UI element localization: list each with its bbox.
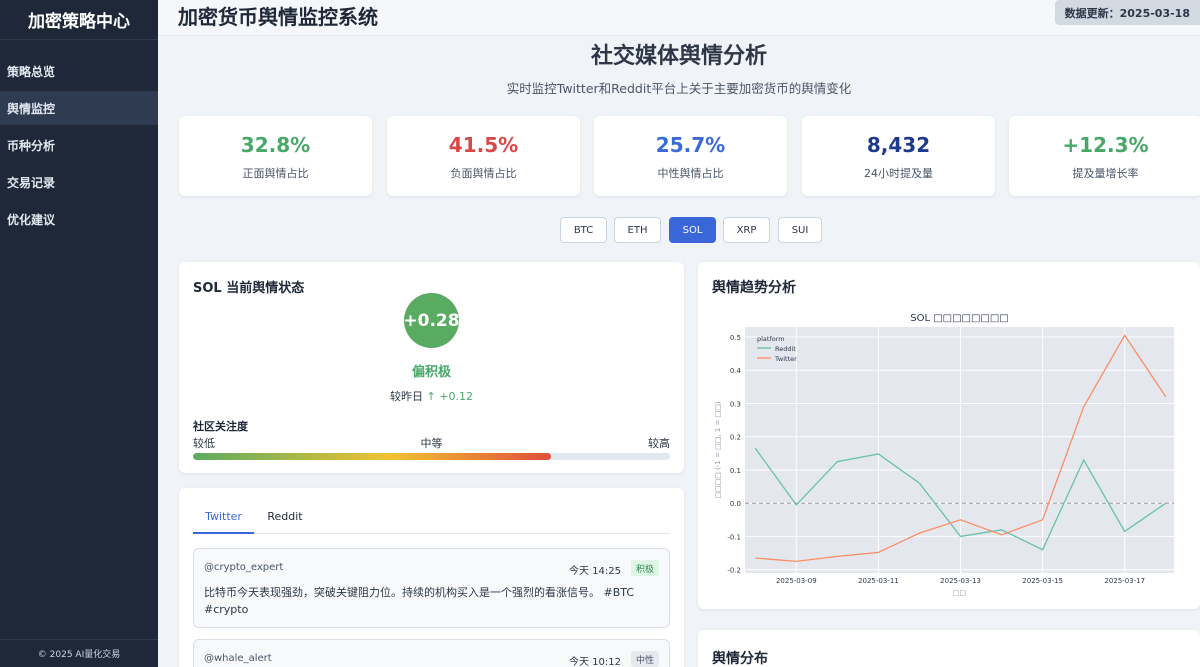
sidebar-footer: © 2025 AI量化交易 [0,639,158,667]
stat-card-growth: +12.3% 提及量增长率 [1009,116,1200,196]
social-feed-panel: Twitter Reddit @crypto_expert 今天 14:25 积… [179,488,684,667]
coin-button-eth[interactable]: ETH [614,217,661,243]
y-axis-label: □□□□ (-1 = □□, 1 = □□) [714,401,722,498]
sentiment-change: 较昨日 ↑ +0.12 [179,388,684,404]
sidebar-item-optimization[interactable]: 优化建议 [0,202,158,236]
sentiment-status-panel: SOL 当前舆情状态 +0.28 偏积极 较昨日 ↑ +0.12 社区关注度 较… [179,262,684,473]
topbar: 加密货币舆情监控系统 数据更新：2025-03-18 [158,0,1200,36]
post-time: 今天 14:25 [569,566,621,577]
x-tick-label: 2025-03-13 [940,577,981,585]
trend-chart: -0.2 -0.1 0.0 0.1 0.2 0.3 0.4 0.5 2025-03-09 2025… [710,309,1188,599]
attention-low-label: 较低 [193,437,215,450]
sentiment-tag: 积极 [630,560,659,576]
sidebar-item-coin-analysis[interactable]: 币种分析 [0,128,158,162]
coin-button-xrp[interactable]: XRP [723,217,770,243]
x-tick-label: 2025-03-11 [858,577,899,585]
stat-label: 提及量增长率 [1072,167,1139,180]
sidebar: 加密策略中心 策略总览 舆情监控 币种分析 交易记录 优化建议 © 2025 A… [0,0,158,667]
stat-value: 41.5% [448,133,519,157]
platform-tabs: Twitter Reddit [193,506,670,534]
coin-button-btc[interactable]: BTC [560,217,607,243]
sidebar-item-trade-records[interactable]: 交易记录 [0,165,158,199]
distribution-panel-title: 舆情分布 [712,651,768,667]
sidebar-item-sentiment[interactable]: 舆情监控 [0,91,158,125]
y-tick-label: 0.2 [730,434,741,442]
stat-card-negative: 41.5% 负面舆情占比 [387,116,580,196]
stat-label: 24小时提及量 [864,167,933,180]
stat-value: 25.7% [655,133,726,157]
trend-panel-title: 舆情趋势分析 [712,280,796,296]
post-item: @crypto_expert 今天 14:25 积极 比特币今天表现强劲，突破关… [193,548,670,628]
y-tick-label: 0.0 [730,500,741,508]
stat-label: 中性舆情占比 [657,167,724,180]
stat-value: +12.3% [1062,133,1149,157]
stat-card-neutral: 25.7% 中性舆情占比 [594,116,787,196]
post-item: @whale_alert 今天 10:12 中性 [193,639,670,667]
sidebar-nav: 策略总览 舆情监控 币种分析 交易记录 优化建议 [0,54,158,236]
tab-twitter[interactable]: Twitter [193,510,254,534]
stat-value: 32.8% [240,133,311,157]
legend-label: Twitter [774,355,797,363]
stat-value: 8,432 [866,133,931,157]
status-panel-title: SOL 当前舆情状态 [193,281,305,296]
x-axis-label: □□ [953,589,966,597]
post-time: 今天 10:12 [569,657,621,667]
attention-scale: 较低 中等 较高 [193,435,670,451]
sentiment-score-circle: +0.28 [403,293,460,348]
coin-button-sui[interactable]: SUI [778,217,822,243]
stat-label: 负面舆情占比 [450,167,517,180]
arrow-up-icon: ↑ [426,390,436,403]
sentiment-tag: 中性 [630,651,659,667]
y-tick-label: 0.1 [730,467,741,475]
attention-title: 社区关注度 [193,420,248,433]
y-tick-label: 0.3 [730,400,741,408]
app-title: 加密货币舆情监控系统 [178,5,378,29]
brand-title: 加密策略中心 [0,0,158,40]
attention-mid-label: 中等 [420,437,443,450]
stat-card-mentions: 8,432 24小时提及量 [802,116,995,196]
page-title: 社交媒体舆情分析 [590,44,767,69]
stat-card-positive: 32.8% 正面舆情占比 [179,116,372,196]
y-tick-label: 0.4 [730,367,742,375]
post-user[interactable]: @whale_alert [204,653,272,664]
y-tick-label: -0.2 [727,567,741,575]
post-text: 比特币今天表现强劲，突破关键阻力位。持续的机构买入是一个强烈的看涨信号。 #BT… [204,586,635,616]
sentiment-label: 偏积极 [411,365,451,380]
x-tick-label: 2025-03-15 [1022,577,1063,585]
x-tick-label: 2025-03-17 [1104,577,1145,585]
x-tick-label: 2025-03-09 [776,577,817,585]
page-subtitle: 实时监控Twitter和Reddit平台上关于主要加密货币的舆情变化 [506,81,852,96]
trend-chart-svg: -0.2 -0.1 0.0 0.1 0.2 0.3 0.4 0.5 2025-03-09 2025… [714,313,1174,597]
sidebar-item-overview[interactable]: 策略总览 [0,54,158,88]
legend-label: Reddit [775,345,796,353]
stat-label: 正面舆情占比 [242,167,309,180]
attention-high-label: 较高 [648,437,670,450]
coin-button-sol[interactable]: SOL [669,217,716,243]
tab-reddit[interactable]: Reddit [260,510,310,534]
y-tick-label: 0.5 [730,334,741,342]
legend-title: platform [757,335,785,343]
y-tick-label: -0.1 [727,533,741,541]
attention-bar-fill [193,453,551,460]
trend-panel: 舆情趋势分析 -0.2 -0.1 0.0 0.1 0.2 0.3 0.4 0.5 2025-03… [698,262,1200,609]
distribution-panel: 舆情分布 [698,630,1200,667]
post-user[interactable]: @crypto_expert [204,562,283,573]
attention-bar [193,453,670,460]
change-value: +0.12 [439,390,473,403]
change-prefix: 较昨日 [390,390,424,403]
update-badge: 数据更新：2025-03-18 [1054,0,1200,25]
chart-title: SOL □□□□□□□□ [910,313,1009,324]
